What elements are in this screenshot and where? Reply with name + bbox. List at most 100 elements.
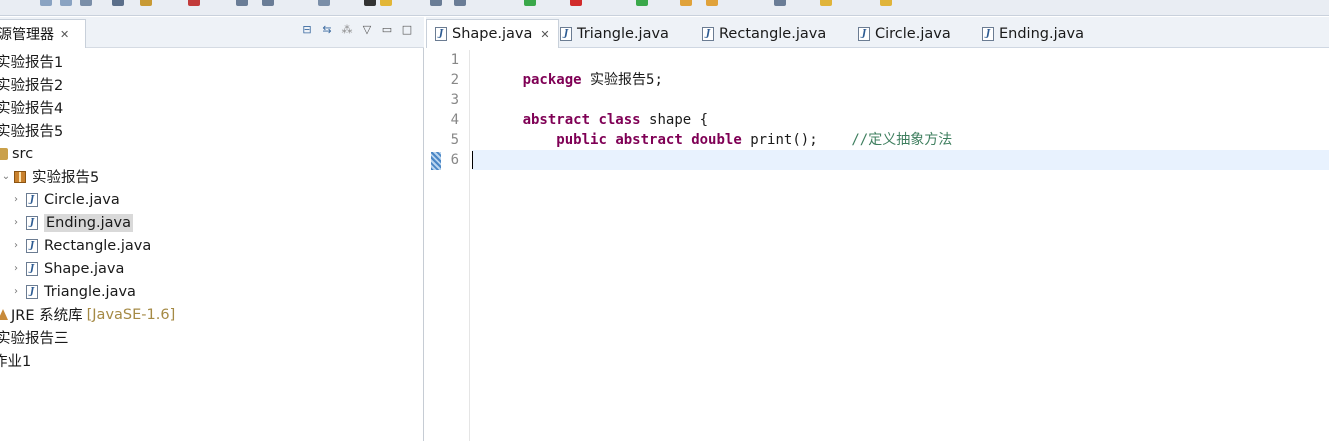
code-line: abstract class shape { xyxy=(472,90,708,128)
tree-item-label: 实验报告5 xyxy=(32,170,100,186)
toolbar-icon[interactable] xyxy=(80,0,92,6)
close-icon[interactable]: ✕ xyxy=(60,28,69,41)
toolbar-icon[interactable] xyxy=(454,0,466,6)
chevron-right-icon[interactable]: › xyxy=(10,286,22,297)
toolbar-icon[interactable] xyxy=(524,0,536,6)
line-number: 6 xyxy=(450,152,459,168)
code-line: } xyxy=(472,130,531,168)
tab-shape-java[interactable]: J Shape.java ✕ xyxy=(426,19,559,48)
library-icon xyxy=(0,309,8,320)
line-number: 3 xyxy=(450,92,459,108)
explorer-tabbar: 源管理器 ✕ ⊟ ⇆ ⁂ ▽ ▭ □ xyxy=(0,17,424,48)
tree-item-project[interactable]: 实验报告2 xyxy=(0,73,63,96)
tree-item-package[interactable]: ⌄ 实验报告5 xyxy=(0,165,99,188)
tree-item-project[interactable]: 作业1 xyxy=(0,349,31,372)
toolbar-icon[interactable] xyxy=(318,0,330,6)
tree-item-label: 实验报告1 xyxy=(0,55,64,71)
tree-item-file[interactable]: › J Triangle.java xyxy=(10,280,136,303)
toolbar-icon[interactable] xyxy=(60,0,72,6)
view-menu-icon[interactable]: ▽ xyxy=(360,23,374,37)
toolbar-icon[interactable] xyxy=(880,0,892,6)
java-file-icon: J xyxy=(435,27,447,41)
line-number: 4 xyxy=(450,112,459,128)
code-line: public abstract double print(); //定义抽象方法 xyxy=(472,110,952,148)
tree-item-label: 实验报告2 xyxy=(0,78,64,94)
close-icon[interactable]: ✕ xyxy=(540,28,549,41)
tree-item-label: Shape.java xyxy=(44,260,125,277)
toolbar-icon[interactable] xyxy=(680,0,692,6)
tab-triangle-java[interactable]: J Triangle.java xyxy=(552,19,677,48)
minimize-icon[interactable]: ▭ xyxy=(380,23,394,37)
tree-item-project[interactable]: 实验报告5 xyxy=(0,119,63,142)
change-marker-icon xyxy=(431,152,441,170)
current-line xyxy=(472,150,1329,170)
code-text: print(); xyxy=(741,132,852,148)
tab-label: Ending.java xyxy=(999,25,1084,42)
keyword: package xyxy=(522,72,582,88)
java-file-icon: J xyxy=(702,26,714,41)
line-number: 2 xyxy=(450,72,459,88)
chevron-right-icon[interactable]: › xyxy=(10,217,22,228)
toolbar-icon[interactable] xyxy=(570,0,582,6)
tree-item-file[interactable]: › J Shape.java xyxy=(10,257,124,280)
java-file-icon: J xyxy=(858,26,870,41)
code-area[interactable]: package 实验报告5; abstract class shape { pu… xyxy=(472,50,1329,441)
code-line: package 实验报告5; xyxy=(472,50,663,88)
chevron-down-icon[interactable]: ⌄ xyxy=(0,171,12,182)
chevron-right-icon[interactable]: › xyxy=(10,263,22,274)
run-icon[interactable] xyxy=(364,0,376,6)
tree-item-label: 实验报告4 xyxy=(0,101,64,117)
tree-item-project[interactable]: 实验报告三 xyxy=(0,326,69,349)
code-editor: J Shape.java ✕ J Triangle.java J Rectang… xyxy=(426,17,1329,441)
code-comment: //定义抽象方法 xyxy=(851,132,953,148)
tree-item-label: Triangle.java xyxy=(44,283,136,300)
java-file-icon: J xyxy=(982,26,994,41)
java-file-icon: J xyxy=(26,284,38,299)
main-toolbar xyxy=(0,0,1329,16)
toolbar-icon[interactable] xyxy=(112,0,124,6)
chevron-right-icon[interactable]: › xyxy=(10,240,22,251)
library-version: [JavaSE-1.6] xyxy=(86,306,176,323)
tab-label: Shape.java xyxy=(452,26,533,42)
link-editor-icon[interactable]: ⇆ xyxy=(320,23,334,37)
package-explorer: 源管理器 ✕ ⊟ ⇆ ⁂ ▽ ▭ □ 实验报告1 实验报告2 实验报告4 实验报… xyxy=(0,17,424,441)
java-file-icon: J xyxy=(26,238,38,253)
collapse-all-icon[interactable]: ⊟ xyxy=(300,23,314,37)
tree-item-file[interactable]: › J Circle.java xyxy=(10,188,120,211)
tab-circle-java[interactable]: J Circle.java xyxy=(850,19,959,48)
toolbar-icon[interactable] xyxy=(262,0,274,6)
tab-label: Circle.java xyxy=(875,25,951,42)
tab-rectangle-java[interactable]: J Rectangle.java xyxy=(694,19,834,48)
java-file-icon: J xyxy=(26,215,38,230)
tree-item-file[interactable]: › J Ending.java xyxy=(10,211,133,234)
java-file-icon: J xyxy=(26,261,38,276)
maximize-icon[interactable]: □ xyxy=(400,23,414,37)
toolbar-icon[interactable] xyxy=(820,0,832,6)
filter-icon[interactable]: ⁂ xyxy=(340,23,354,37)
chevron-right-icon[interactable]: › xyxy=(10,194,22,205)
tree-item-file[interactable]: › J Rectangle.java xyxy=(10,234,151,257)
toolbar-icon[interactable] xyxy=(188,0,200,6)
tree-item-label: 作业1 xyxy=(0,354,32,370)
tree-item-project[interactable]: 实验报告4 xyxy=(0,96,63,119)
tab-ending-java[interactable]: J Ending.java xyxy=(974,19,1092,48)
tree-item-project[interactable]: 实验报告1 xyxy=(0,50,63,73)
line-number: 1 xyxy=(450,52,459,68)
tree-item-library[interactable]: JRE 系统库 [JavaSE-1.6] xyxy=(0,303,175,326)
tab-package-explorer[interactable]: 源管理器 ✕ xyxy=(0,19,86,48)
tree-item-label: JRE 系统库 xyxy=(11,308,83,324)
toolbar-icon[interactable] xyxy=(774,0,786,6)
line-number: 5 xyxy=(450,132,459,148)
explorer-view-actions: ⊟ ⇆ ⁂ ▽ ▭ □ xyxy=(300,23,414,37)
tree-item-src-folder[interactable]: src xyxy=(0,142,33,165)
toolbar-icon[interactable] xyxy=(140,0,152,6)
toolbar-icon[interactable] xyxy=(636,0,648,6)
toolbar-icon[interactable] xyxy=(40,0,52,6)
toolbar-icon[interactable] xyxy=(706,0,718,6)
toolbar-icon[interactable] xyxy=(236,0,248,6)
tab-label: Rectangle.java xyxy=(719,25,827,42)
toolbar-icon[interactable] xyxy=(380,0,392,6)
toolbar-icon[interactable] xyxy=(430,0,442,6)
keyword: public xyxy=(556,132,607,148)
source-folder-icon xyxy=(0,147,8,160)
